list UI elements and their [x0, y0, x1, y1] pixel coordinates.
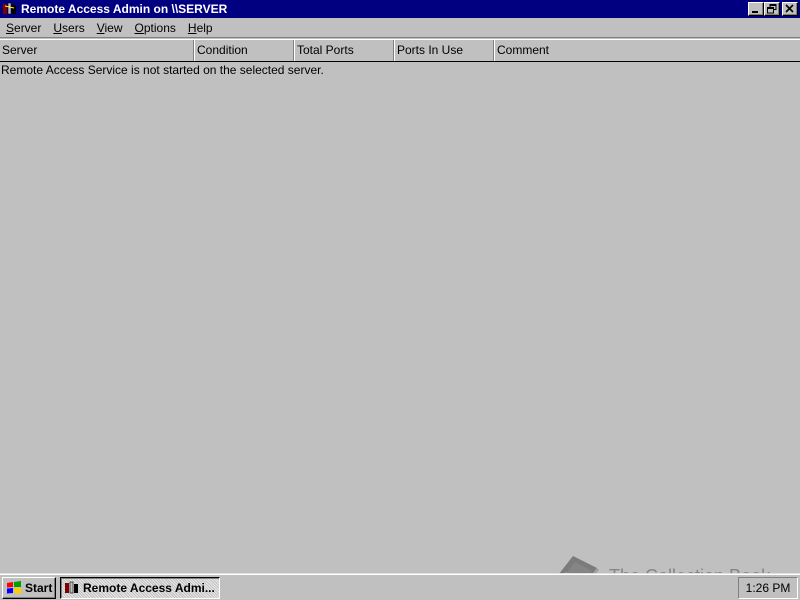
taskbar-item-remote-access-admin[interactable]: Remote Access Admi... [60, 577, 220, 599]
column-header: Server Condition Total Ports Ports In Us… [0, 39, 800, 62]
start-label: Start [25, 581, 53, 595]
server-list[interactable]: Remote Access Service is not started on … [0, 62, 800, 573]
remote-access-icon [2, 2, 18, 16]
restore-button[interactable] [764, 2, 780, 16]
start-button[interactable]: Start [2, 577, 56, 599]
taskbar: Start Remote Access Admi... 1:26 PM [0, 573, 800, 600]
taskbar-item-label: Remote Access Admi... [83, 581, 215, 595]
app-window: Remote Access Admin on \\SERVER Server U… [0, 0, 800, 573]
close-button[interactable] [782, 2, 798, 16]
menu-options[interactable]: Options [129, 19, 182, 37]
menu-view[interactable]: View [91, 19, 129, 37]
windows-logo-icon [7, 581, 21, 594]
restore-icon [767, 4, 777, 14]
remote-access-icon [65, 581, 78, 594]
status-message: Remote Access Service is not started on … [1, 63, 324, 77]
window-controls [748, 2, 798, 16]
column-header-condition[interactable]: Condition [194, 40, 294, 61]
minimize-icon [752, 11, 758, 13]
menu-server[interactable]: Server [0, 19, 47, 37]
close-icon [785, 4, 794, 13]
window-title: Remote Access Admin on \\SERVER [21, 2, 228, 16]
menu-help[interactable]: Help [182, 19, 219, 37]
column-header-total-ports[interactable]: Total Ports [294, 40, 394, 61]
column-header-ports-in-use[interactable]: Ports In Use [394, 40, 494, 61]
minimize-button[interactable] [748, 2, 764, 16]
column-header-server[interactable]: Server [0, 40, 194, 61]
clock[interactable]: 1:26 PM [746, 581, 791, 595]
menu-bar: Server Users View Options Help [0, 18, 800, 38]
system-tray: 1:26 PM [738, 577, 798, 599]
column-header-comment[interactable]: Comment [494, 40, 800, 61]
menu-users[interactable]: Users [47, 19, 90, 37]
title-bar[interactable]: Remote Access Admin on \\SERVER [0, 0, 800, 18]
